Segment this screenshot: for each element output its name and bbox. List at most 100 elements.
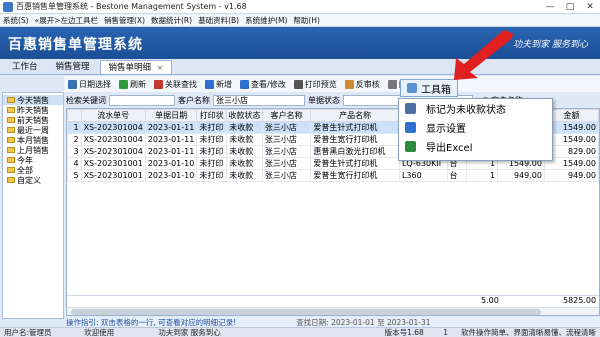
table-row[interactable]: 5 XS-202301001 2023-01-10 未打印 未收款 张三小店 爱普生宽行打印… (67, 169, 599, 182)
horizontal-scrollbar[interactable] (67, 307, 599, 315)
toolbar-button-label: 查看/修改 (251, 79, 286, 89)
table-cell: 未打印 (196, 133, 228, 146)
tree-item-label: 自定义 (17, 175, 41, 185)
table-cell: 2023-01-11 (144, 133, 198, 146)
tab-sales-management[interactable]: 销售管理 (48, 60, 98, 74)
toolbar-button-label: 新增 (216, 79, 232, 89)
toolbox-button[interactable]: 工具箱 (400, 79, 458, 97)
table-cell: 2023-01-10 (144, 169, 198, 182)
tree-item[interactable]: 今年 (3, 155, 63, 165)
close-button[interactable]: ✕ (580, 0, 600, 14)
tree-item[interactable]: 自定义 (3, 175, 63, 185)
menu-system[interactable]: 系统(S) (0, 15, 32, 26)
table-cell: 未打印 (196, 157, 228, 170)
menu-maintenance[interactable]: 系统维护(M) (242, 15, 290, 26)
menu-help[interactable]: 帮助(H) (290, 15, 323, 26)
toolbar-button-2[interactable]: 关联查找 (150, 79, 201, 90)
table-cell: 未打印 (196, 121, 228, 134)
column-header[interactable]: 收款状态 (226, 109, 263, 122)
status-tip: 软件操作简单、界面清晰易懂、流程清晰 (461, 328, 596, 337)
table-cell: 2023-01-10 (144, 157, 198, 170)
column-header[interactable]: 打印状 (196, 109, 228, 122)
table-cell: 张三小店 (261, 121, 312, 134)
toolbox-menu-item[interactable]: 标记为未收款状态 (399, 99, 552, 118)
red-arrow-icon (454, 30, 514, 80)
keyword-input[interactable] (109, 94, 175, 106)
toolbar-button-4[interactable]: 查看/修改 (236, 79, 290, 90)
folder-icon (7, 97, 15, 103)
toolbar-button-0[interactable]: 日期选择 (64, 79, 115, 90)
tab-workbench[interactable]: 工作台 (4, 60, 46, 74)
scrollbar-thumb[interactable] (71, 309, 541, 315)
table-cell: 4 (67, 157, 82, 170)
toolbox-menu-item[interactable]: 导出Excel (399, 137, 552, 156)
grid-summary-row: 5.00 5825.00 (67, 295, 599, 305)
table-cell: 爱普生针式打印机 (310, 121, 400, 134)
column-header[interactable] (67, 109, 82, 122)
toolbar-button-label: 关联查找 (165, 79, 197, 89)
edit-icon (240, 79, 249, 89)
status-user: 用户名:管理员 (4, 328, 52, 337)
toolbar-button-5[interactable]: 打印预览 (290, 79, 341, 90)
folder-icon (7, 107, 15, 113)
tab-sales-details[interactable]: 销售单明细 × (99, 60, 172, 74)
menu-sales[interactable]: 销售管理(X) (101, 15, 148, 26)
table-cell: L360 (398, 169, 448, 182)
toolbar-button-3[interactable]: 新增 (201, 79, 236, 90)
column-header[interactable]: 流水单号 (80, 109, 146, 122)
table-cell: 1 (465, 169, 499, 182)
menu-statistics[interactable]: 数据统计(R) (148, 15, 195, 26)
table-cell: 台 (446, 169, 467, 182)
minimize-button[interactable]: — (540, 0, 560, 14)
table-cell: 3 (67, 145, 82, 158)
status-slogan: 功夫到家 服务到心 (158, 328, 221, 337)
table-icon (405, 103, 416, 114)
status-welcome: 欢迎使用 (84, 328, 115, 337)
customer-label: 客户名称 (178, 95, 210, 105)
toolbar-button-1[interactable]: 刷新 (115, 79, 150, 90)
tree-item[interactable]: 全部 (3, 165, 63, 175)
customer-select[interactable]: 张三小店 (213, 94, 305, 106)
menu-basic-data[interactable]: 基础资料(B) (195, 15, 242, 26)
toolbox-label: 工具箱 (421, 84, 451, 96)
folder-icon (7, 177, 15, 183)
toolbar-button-label: 反审核 (355, 79, 380, 89)
tree-item[interactable]: 最近一周 (3, 125, 63, 135)
refresh-icon (119, 79, 128, 89)
table-cell: 爱普生宽行打印机 (310, 169, 400, 182)
table-cell: 未收款 (226, 121, 263, 134)
brand-title: 百惠销售单管理系统 (8, 37, 143, 53)
status-version: 版本号1.68 (384, 328, 424, 337)
plus-icon (205, 79, 214, 89)
table-cell: 张三小店 (261, 157, 312, 170)
tree-item[interactable]: 上月销售 (3, 145, 63, 155)
column-header[interactable]: 产品名称 (310, 109, 400, 122)
database-icon (407, 83, 417, 93)
column-header[interactable]: 客户名称 (261, 109, 312, 122)
table-cell: 张三小店 (261, 145, 312, 158)
table-cell: 未收款 (226, 157, 263, 170)
table-cell: 2023-01-11 (144, 121, 198, 134)
folder-icon (7, 167, 15, 173)
toolbar-button-6[interactable]: 反审核 (341, 79, 384, 90)
table-cell: 未收款 (226, 133, 263, 146)
column-header[interactable]: 单据日期 (144, 109, 198, 122)
maximize-button[interactable]: □ (560, 0, 580, 14)
folder-icon (7, 147, 15, 153)
table-cell: 张三小店 (261, 169, 312, 182)
tree-item[interactable]: 前天销售 (3, 115, 63, 125)
tree-item[interactable]: 昨天销售 (3, 105, 63, 115)
tree-item[interactable]: 本月销售 (3, 135, 63, 145)
table-cell: 未打印 (196, 169, 228, 182)
table-cell: 未收款 (226, 145, 263, 158)
folder-icon (7, 127, 15, 133)
table-cell: 未打印 (196, 145, 228, 158)
menu-expand-toolbar[interactable]: «展开>左边工具栏 (32, 15, 101, 26)
toolbox-menu-item[interactable]: 显示设置 (399, 118, 552, 137)
table-cell: 949.00 (543, 169, 599, 182)
folder-icon (7, 157, 15, 163)
window-titlebar: 百惠销售单管理系统 - Bestone Management System - … (0, 0, 600, 14)
printer-icon (293, 79, 303, 89)
tree-item[interactable]: 今天销售 (3, 95, 63, 105)
tab-close-icon[interactable]: × (157, 64, 163, 72)
